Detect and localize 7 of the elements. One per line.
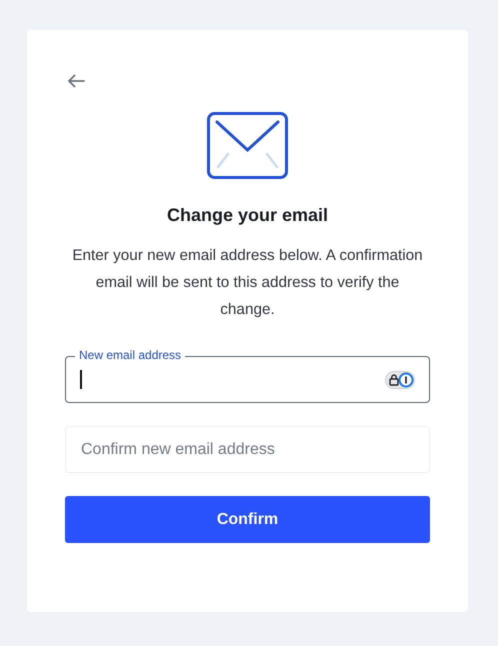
description-text: Enter your new email address below. A confirmation email will be sent to this address to verify the change.: [71, 246, 424, 320]
text-cursor: [80, 370, 82, 389]
confirm-button[interactable]: Confirm: [65, 496, 430, 543]
password-manager-icon[interactable]: [385, 371, 415, 389]
envelope-icon: [207, 112, 288, 179]
page-title: Change your email: [166, 205, 330, 226]
back-arrow-icon: [67, 74, 85, 88]
